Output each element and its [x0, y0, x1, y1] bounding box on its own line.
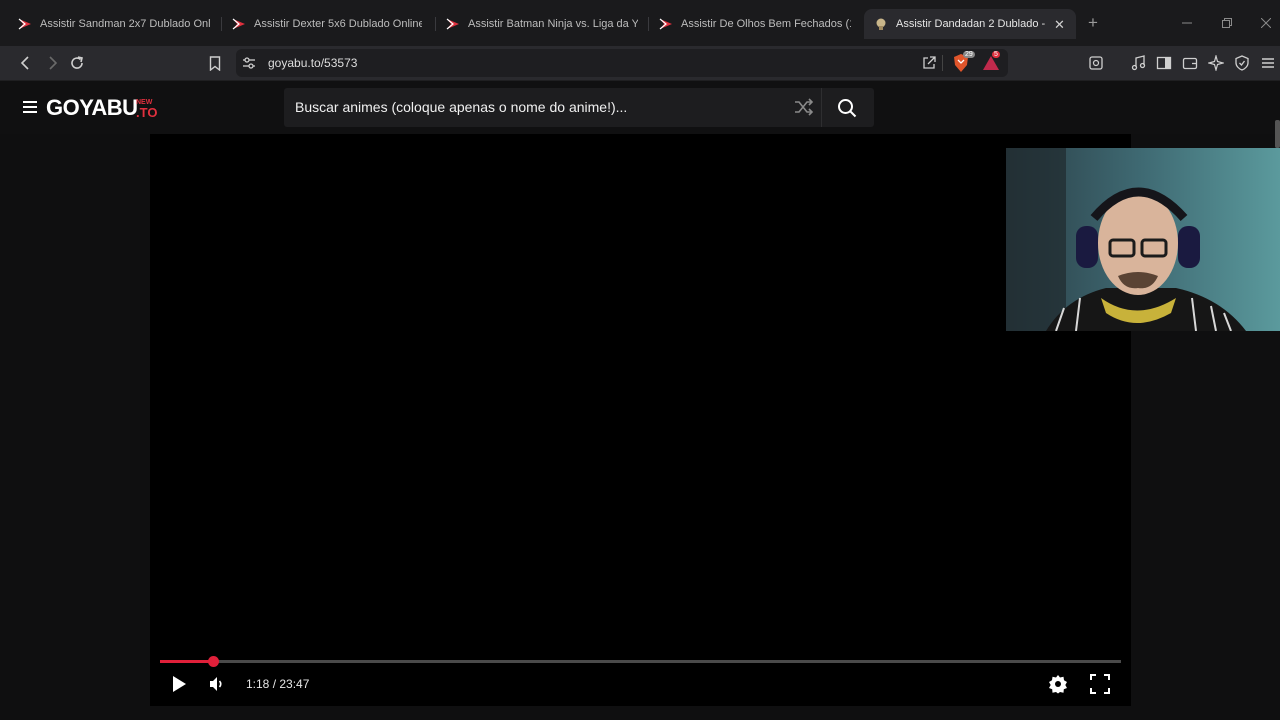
site-logo[interactable]: GOYABU: [46, 95, 138, 121]
goyabu-favicon-icon: [446, 17, 460, 31]
tab-title: Assistir Dexter 5x6 Dublado Online -: [254, 18, 422, 30]
browser-tab-bar: Assistir Sandman 2x7 Dublado Online Assi…: [0, 0, 1280, 46]
minimize-icon[interactable]: [1180, 16, 1194, 30]
vpn-shield-icon[interactable]: [1232, 53, 1252, 73]
reader-mode-icon[interactable]: [1086, 53, 1106, 73]
bookmark-icon[interactable]: [205, 53, 225, 73]
tab-title: Assistir De Olhos Bem Fechados (1999): [681, 18, 851, 30]
webcam-overlay: [1006, 148, 1280, 331]
url-text[interactable]: goyabu.to/53573: [268, 56, 357, 70]
progress-scrubber[interactable]: [208, 656, 219, 667]
close-tab-icon[interactable]: ✕: [1054, 17, 1065, 33]
tab-dandadan[interactable]: Assistir Dandadan 2 Dublado - E ✕: [864, 9, 1076, 39]
url-bar[interactable]: goyabu.to/53573 29 5: [236, 49, 1008, 77]
search-box[interactable]: Buscar animes (coloque apenas o nome do …: [284, 88, 874, 127]
close-window-icon[interactable]: [1259, 16, 1273, 30]
tab-title: Assistir Dandadan 2 Dublado - E: [896, 18, 1046, 30]
time-display: 1:18 / 23:47: [246, 677, 310, 691]
back-icon[interactable]: [16, 53, 36, 73]
reload-icon[interactable]: [67, 53, 87, 73]
media-icon[interactable]: [1128, 53, 1148, 73]
forward-icon[interactable]: [42, 53, 62, 73]
tab-divider: [221, 17, 222, 31]
progress-bar[interactable]: [160, 656, 1121, 667]
rewards-badge: 5: [992, 51, 1000, 58]
share-icon[interactable]: [922, 55, 937, 75]
search-icon[interactable]: [837, 98, 857, 123]
tab-batman-ninja[interactable]: Assistir Batman Ninja vs. Liga da Yakuza: [446, 9, 638, 39]
search-input[interactable]: Buscar animes (coloque apenas o nome do …: [295, 99, 627, 115]
toolbar-divider: [942, 55, 943, 71]
shuffle-icon[interactable]: [794, 98, 814, 121]
tab-divider: [435, 17, 436, 31]
fullscreen-icon[interactable]: [1090, 674, 1110, 694]
tab-de-olhos-bem-fechados[interactable]: Assistir De Olhos Bem Fechados (1999): [659, 9, 851, 39]
tab-title: Assistir Batman Ninja vs. Liga da Yakuza: [468, 18, 638, 30]
brave-rewards-icon[interactable]: [982, 55, 1000, 76]
settings-gear-icon[interactable]: [1048, 674, 1068, 694]
tab-dexter[interactable]: Assistir Dexter 5x6 Dublado Online -: [232, 9, 422, 39]
video-player[interactable]: 1:18 / 23:47: [150, 134, 1131, 706]
goyabu-favicon-icon: [18, 17, 32, 31]
site-settings-icon[interactable]: [242, 56, 256, 75]
play-button[interactable]: [170, 674, 188, 694]
tab-title: Assistir Sandman 2x7 Dublado Online: [40, 18, 210, 30]
volume-icon[interactable]: [208, 675, 226, 693]
site-header: GOYABU NEW .TO Buscar animes (coloque ap…: [0, 81, 1280, 134]
menu-icon[interactable]: [1258, 53, 1278, 73]
search-divider: [821, 88, 822, 127]
tab-sandman[interactable]: Assistir Sandman 2x7 Dublado Online: [18, 9, 210, 39]
tab-divider: [648, 17, 649, 31]
goyabu-favicon-icon: [659, 17, 673, 31]
hamburger-menu-icon[interactable]: [22, 100, 38, 119]
wallet-icon[interactable]: [1180, 53, 1200, 73]
browser-toolbar: goyabu.to/53573 29 5: [0, 46, 1280, 81]
leo-ai-icon[interactable]: [1206, 53, 1226, 73]
shield-count-badge: 29: [963, 51, 975, 58]
goyabu-favicon-icon: [232, 17, 246, 31]
new-tab-button[interactable]: +: [1086, 13, 1100, 32]
dandadan-favicon-icon: [874, 17, 888, 31]
logo-domain: .TO: [136, 105, 158, 120]
sidebar-icon[interactable]: [1154, 53, 1174, 73]
page-scrollbar[interactable]: [1275, 120, 1280, 148]
progress-played: [160, 660, 213, 663]
restore-icon[interactable]: [1220, 16, 1234, 30]
